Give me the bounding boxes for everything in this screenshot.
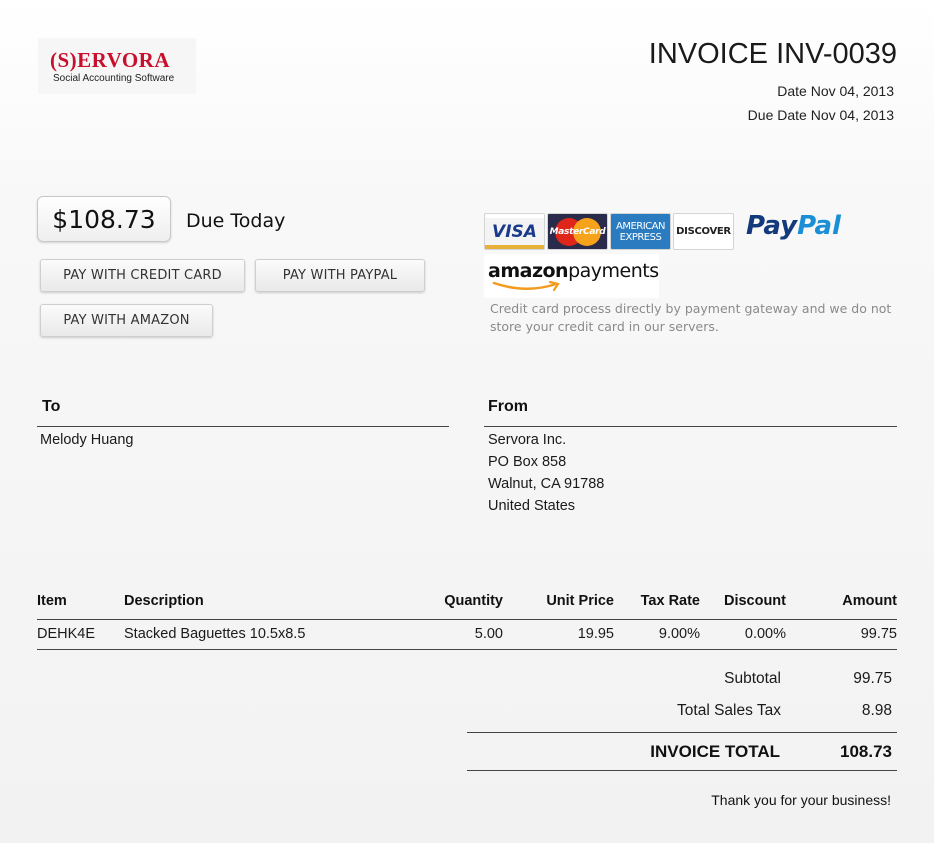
mastercard-logo-icon: MasterCard [547,213,608,250]
discover-logo-icon: DISCOVER [673,213,734,250]
paypal-logo-pay: Pay [746,211,798,241]
cell-unit-price: 19.95 [577,626,614,642]
from-address-line: Servora Inc. [488,432,567,448]
pay-with-paypal-button[interactable]: PAY WITH PAYPAL [255,259,425,292]
thank-you-note: Thank you for your business! [711,792,891,808]
cell-quantity: 5.00 [474,626,503,642]
to-divider [37,426,449,427]
amazon-smile-icon [492,280,560,292]
to-address-line: Melody Huang [40,432,134,448]
table-bottom-divider [37,649,897,650]
from-address-line: PO Box 858 [488,454,567,470]
cell-discount: 0.00% [744,626,786,642]
cell-tax-rate: 9.00% [658,626,700,642]
paypal-logo-pal: Pal [797,211,841,241]
cell-item: DEHK4E [37,626,96,642]
paypal-logo-icon: PayPal [746,211,841,241]
from-heading: From [488,398,528,415]
from-divider [484,426,897,427]
amazon-logo-bold: amazon [488,260,569,282]
amex-logo-line2: EXPRESS [619,231,662,243]
payment-gateway-note: Credit card process directly by payment … [490,301,892,334]
amazon-payments-logo-icon: amazonpayments [484,254,659,298]
cell-amount: 99.75 [860,626,897,642]
column-header-discount: Discount [723,593,786,609]
column-header-description: Description [124,593,204,609]
pay-with-amazon-button[interactable]: PAY WITH AMAZON [40,304,213,337]
totals-top-divider [467,732,897,733]
column-header-quantity: Quantity [444,593,503,609]
pay-with-credit-card-button[interactable]: PAY WITH CREDIT CARD [40,259,245,292]
invoice-total-label: INVOICE TOTAL [650,742,780,761]
column-header-amount: Amount [842,593,897,609]
subtotal-value: 99.75 [853,670,892,687]
column-header-tax-rate: Tax Rate [640,593,700,609]
invoice-title: INVOICE INV-0039 [648,38,897,70]
visa-logo-text: VISA [492,221,537,242]
discover-logo-text: DISCOVER [676,226,731,237]
totals-bottom-divider [467,770,897,771]
invoice-date: Date Nov 04, 2013 [777,83,894,99]
logo-tagline: Social Accounting Software [53,73,175,84]
invoice-total-value: 108.73 [840,742,892,761]
invoice-due-date: Due Date Nov 04, 2013 [747,107,894,123]
sales-tax-value: 8.98 [861,702,892,719]
cell-description: Stacked Baguettes 10.5x8.5 [124,626,306,642]
amex-logo-icon: AMERICAN EXPRESS [610,213,671,250]
to-heading: To [42,398,61,415]
amex-logo-line1: AMERICAN [616,220,666,232]
mastercard-logo-text: MasterCard [549,226,606,237]
column-header-item: Item [37,593,67,609]
subtotal-label: Subtotal [724,670,781,687]
from-address-line: Walnut, CA 91788 [488,476,605,492]
amount-due-badge: $108.73 [37,196,171,242]
amazon-logo-rest: payments [568,260,659,282]
from-address-line: United States [488,498,576,514]
visa-logo-icon: VISA [484,213,545,250]
table-header-divider [37,619,897,620]
company-logo: (S)ERVORA Social Accounting Software [38,38,196,94]
logo-brand-text: (S)ERVORA [50,48,171,72]
sales-tax-label: Total Sales Tax [677,702,781,719]
column-header-unit-price: Unit Price [546,593,614,609]
due-today-label: Due Today [186,210,286,232]
